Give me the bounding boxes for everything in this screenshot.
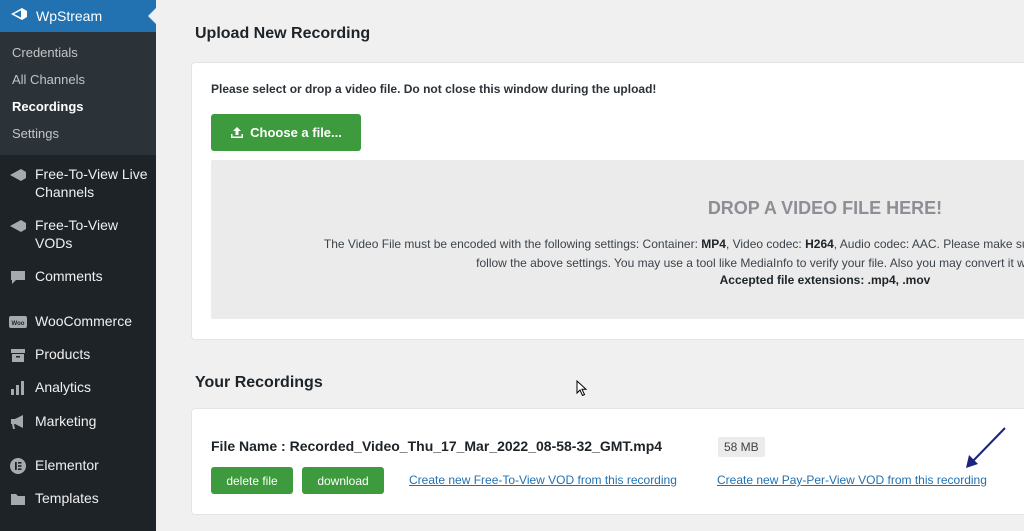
menu-label: Comments	[35, 268, 103, 284]
download-button[interactable]: download	[302, 467, 384, 494]
menu-wpstream[interactable]: WpStream	[0, 0, 156, 32]
video-icon	[8, 165, 28, 185]
delete-file-button[interactable]: delete file	[211, 467, 293, 494]
upload-card: Please select or drop a video file. Do n…	[191, 62, 1024, 340]
elementor-icon	[8, 456, 28, 476]
submenu-all-channels[interactable]: All Channels	[0, 66, 156, 93]
recording-file-name: File Name : Recorded_Video_Thu_17_Mar_20…	[211, 438, 663, 454]
menu-templates[interactable]: Templates	[0, 489, 156, 522]
choose-file-button[interactable]: Choose a file...	[211, 114, 361, 151]
megaphone-icon	[8, 412, 28, 432]
upload-icon	[231, 127, 244, 138]
drop-zone-title: DROP A VIDEO FILE HERE!	[707, 198, 943, 218]
accepted-extensions: Accepted file extensions: .mp4, .mov	[719, 273, 931, 287]
menu-label: WooCommerce	[35, 313, 132, 329]
recording-card: File Name : Recorded_Video_Thu_17_Mar_20…	[191, 408, 1024, 515]
submenu-credentials[interactable]: Credentials	[0, 39, 156, 66]
active-notch	[148, 8, 156, 24]
folder-icon	[8, 489, 28, 509]
choose-file-label: Choose a file...	[250, 125, 342, 140]
upload-note: Please select or drop a video file. Do n…	[211, 82, 657, 96]
menu-label: Products	[35, 346, 91, 362]
annotation-arrow-icon	[966, 427, 1006, 468]
recordings-heading: Your Recordings	[195, 374, 323, 391]
info-text: , Video codec:	[725, 237, 806, 251]
create-free-vod-link[interactable]: Create new Free-To-View VOD from this re…	[409, 473, 677, 487]
menu-products[interactable]: Products	[0, 345, 156, 378]
info-codec: H264	[805, 237, 834, 251]
archive-icon	[8, 345, 28, 365]
menu-label: Free-To-View Live Channels	[35, 166, 148, 200]
menu-marketing[interactable]: Marketing	[0, 412, 156, 456]
submenu-recordings[interactable]: Recordings	[0, 93, 156, 120]
menu-comments[interactable]: Comments	[0, 267, 156, 312]
menu-free-live-channels[interactable]: Free-To-View Live Channels	[0, 165, 156, 216]
wpstream-icon	[10, 7, 28, 26]
svg-text:Woo: Woo	[12, 321, 25, 327]
mouse-cursor-icon	[576, 380, 588, 397]
video-icon	[8, 216, 28, 236]
drop-zone[interactable]: DROP A VIDEO FILE HERE! The Video File m…	[211, 160, 1024, 319]
bar-chart-icon	[8, 378, 28, 398]
submenu-settings[interactable]: Settings	[0, 120, 156, 147]
info-text: The Video File must be encoded with the …	[323, 237, 702, 251]
wpstream-submenu: Credentials All Channels Recordings Sett…	[0, 32, 156, 155]
drop-zone-info-line2: follow the above settings. You may use a…	[476, 256, 1024, 270]
file-size-badge: 58 MB	[718, 437, 765, 457]
info-text: , Audio codec: AAC. Please make sure you…	[833, 237, 1024, 251]
upload-heading: Upload New Recording	[195, 25, 371, 42]
main-content: Upload New Recording Please select or dr…	[156, 0, 1024, 531]
drop-zone-info-line1: The Video File must be encoded with the …	[211, 237, 1024, 251]
woo-icon: Woo	[8, 312, 28, 332]
menu-label: Analytics	[35, 379, 92, 395]
menu-label: Marketing	[35, 413, 97, 429]
menu-woocommerce[interactable]: Woo WooCommerce	[0, 312, 156, 345]
info-container: MP4	[701, 237, 726, 251]
menu-elementor[interactable]: Elementor	[0, 456, 156, 489]
comment-icon	[8, 267, 28, 287]
menu-free-vods[interactable]: Free-To-View VODs	[0, 216, 156, 267]
menu-wpstream-label: WpStream	[36, 8, 103, 24]
create-ppv-vod-link[interactable]: Create new Pay-Per-View VOD from this re…	[717, 473, 987, 487]
menu-label: Templates	[35, 490, 99, 506]
admin-sidebar: WpStream Credentials All Channels Record…	[0, 0, 156, 531]
menu-analytics[interactable]: Analytics	[0, 378, 156, 412]
menu-label: Free-To-View VODs	[35, 217, 118, 251]
menu-label: Elementor	[35, 457, 99, 473]
